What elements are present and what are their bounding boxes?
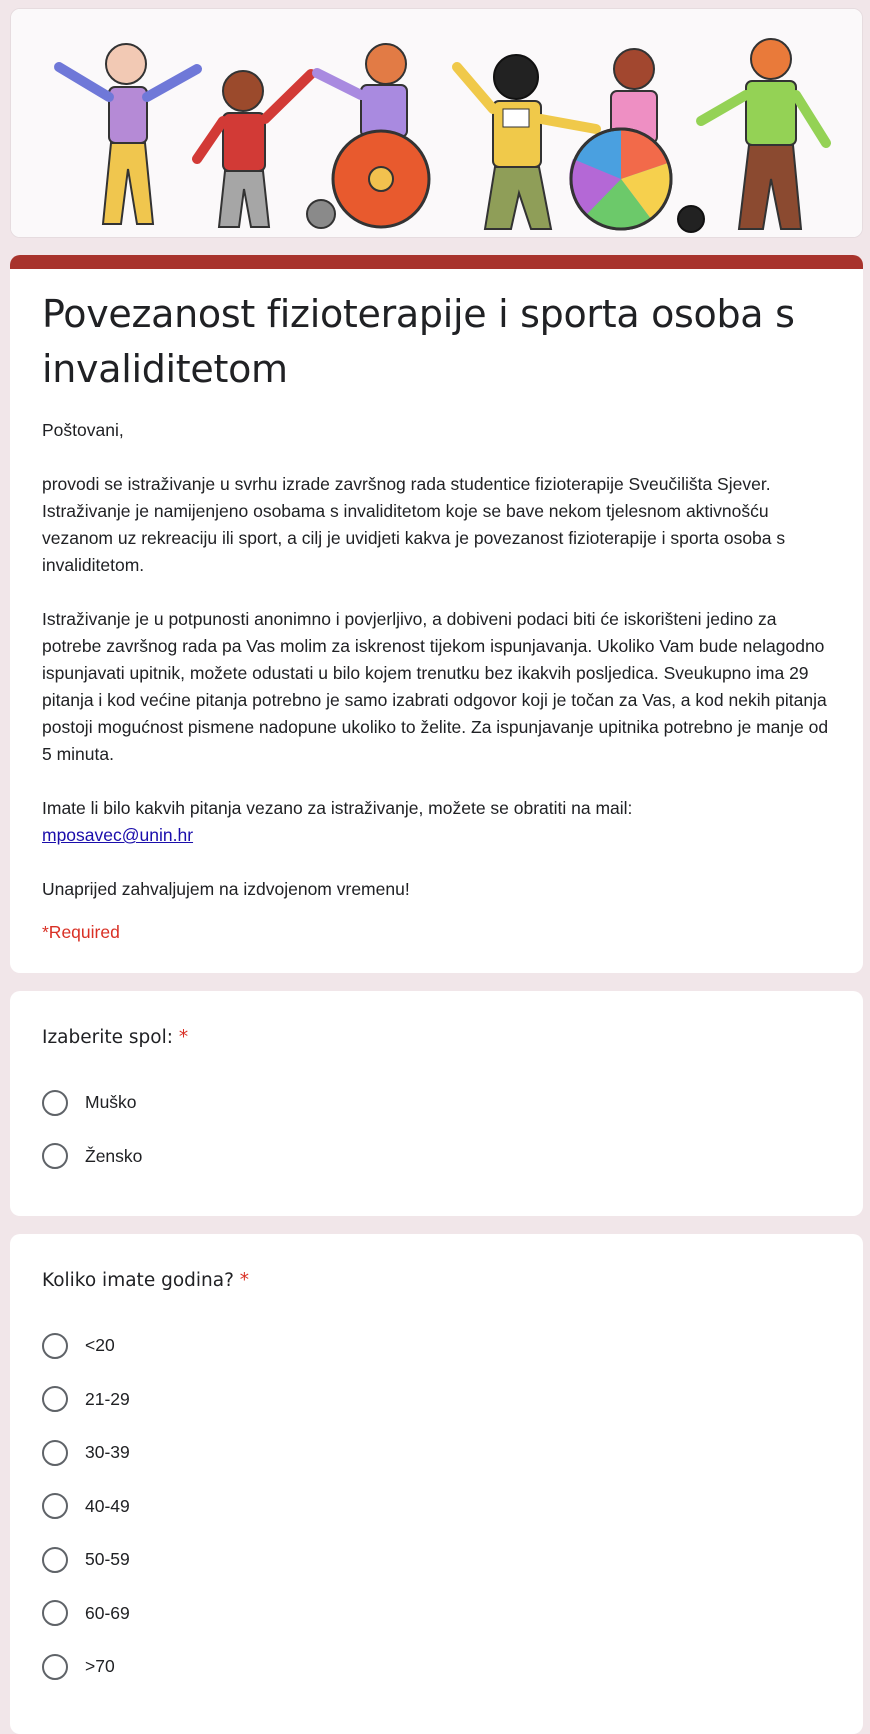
required-asterisk: * [178, 1027, 189, 1048]
radio-button[interactable] [42, 1143, 68, 1170]
option-label: 21-29 [85, 1388, 130, 1409]
form-description: Poštovani, provodi se istraživanje u svr… [42, 417, 831, 903]
form-title: Povezanost fizioterapije i sporta osoba … [42, 292, 795, 391]
description-paragraph-2: Istraživanje je u potpunosti anonimno i … [42, 609, 829, 764]
contact-paragraph: Imate li bilo kakvih pitanja vezano za i… [42, 795, 831, 849]
question-age-title: Koliko imate godina? [42, 1270, 234, 1291]
option-label: <20 [85, 1335, 115, 1356]
thanks-text: Unaprijed zahvaljujem na izdvojenom vrem… [42, 879, 410, 899]
question-title: Izaberite spol: * [42, 1025, 831, 1051]
option-label: 40-49 [85, 1495, 130, 1516]
contact-text: Imate li bilo kakvih pitanja vezano za i… [42, 798, 633, 818]
option-label: 30-39 [85, 1442, 130, 1463]
radio-option-zensko[interactable]: Žensko [42, 1130, 831, 1184]
option-label: Žensko [85, 1145, 143, 1166]
question-title: Koliko imate godina? * [42, 1268, 831, 1294]
radio-button[interactable] [42, 1089, 68, 1116]
radio-option-under-20[interactable]: <20 [42, 1319, 831, 1373]
children-illustration [11, 9, 862, 237]
radio-button[interactable] [42, 1653, 68, 1680]
radio-button[interactable] [42, 1386, 68, 1413]
option-label: 50-59 [85, 1549, 130, 1570]
required-asterisk: * [239, 1270, 250, 1291]
option-label: Muško [85, 1092, 137, 1113]
accent-bar [10, 255, 863, 269]
contact-email-link[interactable]: mposavec@unin.hr [42, 825, 193, 845]
radio-button[interactable] [42, 1493, 68, 1520]
header-banner-image [10, 8, 863, 238]
radio-button[interactable] [42, 1546, 68, 1573]
form-page: Povezanost fizioterapije i sporta osoba … [0, 0, 870, 1734]
description-paragraph-1: provodi se istraživanje u svrhu izrade z… [42, 474, 786, 575]
question-age-card: Koliko imate godina? * <20 21-29 30-39 4… [10, 1234, 863, 1734]
option-label: >70 [85, 1656, 115, 1677]
radio-option-50-59[interactable]: 50-59 [42, 1533, 831, 1587]
question-gender-title: Izaberite spol: [42, 1027, 173, 1048]
form-header-card: Povezanost fizioterapije i sporta osoba … [10, 255, 863, 973]
question-gender-card: Izaberite spol: * Muško Žensko [10, 991, 863, 1216]
radio-option-21-29[interactable]: 21-29 [42, 1373, 831, 1427]
radio-button[interactable] [42, 1332, 68, 1359]
radio-option-musko[interactable]: Muško [42, 1076, 831, 1130]
radio-option-30-39[interactable]: 30-39 [42, 1426, 831, 1480]
radio-option-60-69[interactable]: 60-69 [42, 1587, 831, 1641]
greeting-text: Poštovani, [42, 420, 124, 440]
radio-button[interactable] [42, 1439, 68, 1466]
radio-option-40-49[interactable]: 40-49 [42, 1480, 831, 1534]
radio-option-over-70[interactable]: >70 [42, 1640, 831, 1694]
option-label: 60-69 [85, 1602, 130, 1623]
radio-button[interactable] [42, 1600, 68, 1627]
required-note: *Required [42, 922, 120, 942]
